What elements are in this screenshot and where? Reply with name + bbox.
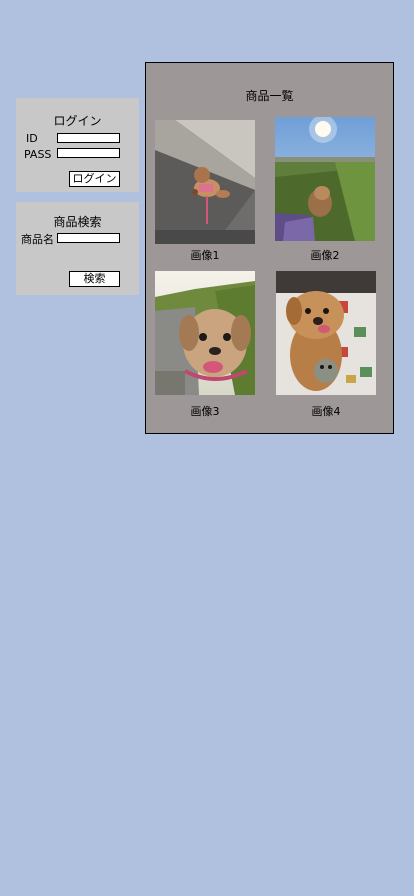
pass-label: PASS xyxy=(24,148,52,161)
dog-photo-1-icon xyxy=(155,120,255,244)
login-title: ログイン xyxy=(53,114,102,128)
login-panel: ログイン ID PASS ログイン xyxy=(16,98,139,192)
product-image-1[interactable] xyxy=(155,120,255,244)
product-image-2[interactable] xyxy=(275,117,375,241)
caption-4: 画像4 xyxy=(311,405,341,418)
product-image-4[interactable] xyxy=(276,271,376,395)
login-button[interactable]: ログイン xyxy=(69,171,120,187)
id-label: ID xyxy=(26,132,38,145)
search-title: 商品検索 xyxy=(53,215,102,229)
dog-photo-4-icon xyxy=(276,271,376,395)
caption-1: 画像1 xyxy=(190,249,220,262)
id-input[interactable] xyxy=(57,133,120,143)
pass-input[interactable] xyxy=(57,148,120,158)
product-name-input[interactable] xyxy=(57,233,120,243)
product-image-3[interactable] xyxy=(155,271,255,395)
dog-photo-2-icon xyxy=(275,117,375,241)
gallery-title: 商品一覧 xyxy=(245,89,294,103)
search-button[interactable]: 検索 xyxy=(69,271,120,287)
caption-2: 画像2 xyxy=(310,249,340,262)
search-panel: 商品検索 商品名 検索 xyxy=(16,202,139,295)
product-gallery: 商品一覧 画像1 画像2 画像3 画像4 xyxy=(145,62,394,434)
caption-3: 画像3 xyxy=(190,405,220,418)
dog-photo-3-icon xyxy=(155,271,255,395)
product-name-label: 商品名 xyxy=(21,233,54,246)
